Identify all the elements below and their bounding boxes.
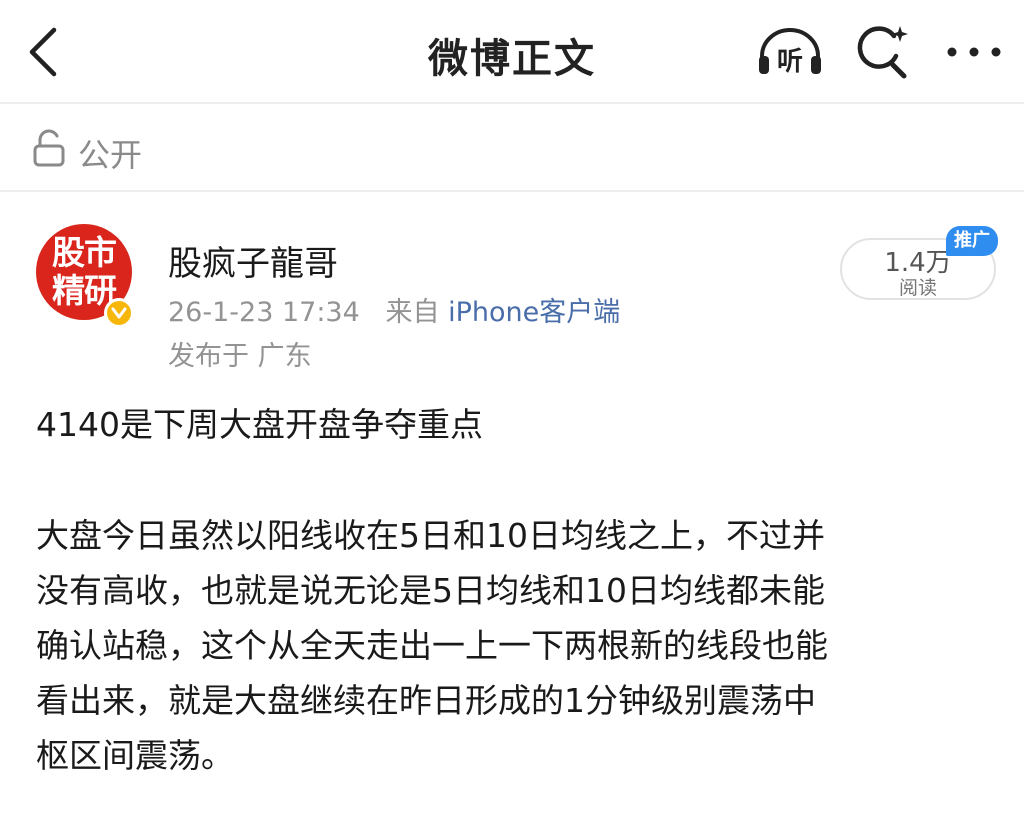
search-sparkle-icon — [857, 26, 908, 79]
post-body: 大盘今日虽然以阳线收在5日和10日均线之上，不过并 没有高收，也就是说无论是5日… — [36, 508, 986, 783]
post-body-line: 确认站稳，这个从全天走出一上一下两根新的线段也能 — [36, 626, 828, 665]
verified-badge — [104, 298, 134, 328]
visibility-row: 公开 — [0, 104, 1024, 192]
search-button[interactable] — [856, 22, 912, 82]
read-count-label: 阅读 — [898, 277, 937, 299]
more-button[interactable] — [944, 38, 1004, 66]
post-body-line: 看出来，就是大盘继续在昨日形成的1分钟级别震荡中 — [36, 681, 816, 720]
promo-tag[interactable]: 推广 — [946, 226, 998, 256]
post-body-line: 枢区间震荡。 — [36, 736, 234, 775]
back-arrow-icon — [29, 27, 57, 77]
post-location: 发布于 广东 — [168, 341, 312, 372]
weibo-post-page: 微博正文 听 公开 股市 精研 股疯子龍哥 26-1-23 17:34 来自 i… — [0, 0, 1024, 816]
post-body-line: 大盘今日虽然以阳线收在5日和10日均线之上，不过并 — [36, 516, 825, 555]
post-timestamp: 26-1-23 17:34 — [168, 297, 360, 328]
avatar-text-line1: 股市 — [52, 233, 117, 272]
verified-icon — [111, 307, 127, 319]
post-source-link[interactable]: iPhone客户端 — [448, 297, 620, 328]
listen-label: 听 — [777, 47, 803, 77]
post-headline: 4140是下周大盘开盘争夺重点 — [36, 405, 483, 444]
source-prefix: 来自 — [385, 297, 440, 328]
listen-button[interactable]: 听 — [756, 26, 824, 78]
visibility-label: 公开 — [78, 136, 143, 174]
back-button[interactable] — [22, 24, 70, 80]
post-body-line: 没有高收，也就是说无论是5日均线和10日均线都未能 — [36, 571, 825, 610]
top-bar: 微博正文 听 — [0, 0, 1024, 104]
post-meta: 26-1-23 17:34 来自 iPhone客户端 — [168, 290, 620, 329]
lock-icon — [33, 129, 65, 167]
headphones-icon: 听 — [759, 28, 821, 77]
author-name[interactable]: 股疯子龍哥 — [168, 236, 338, 285]
more-dots-icon — [947, 47, 1001, 57]
